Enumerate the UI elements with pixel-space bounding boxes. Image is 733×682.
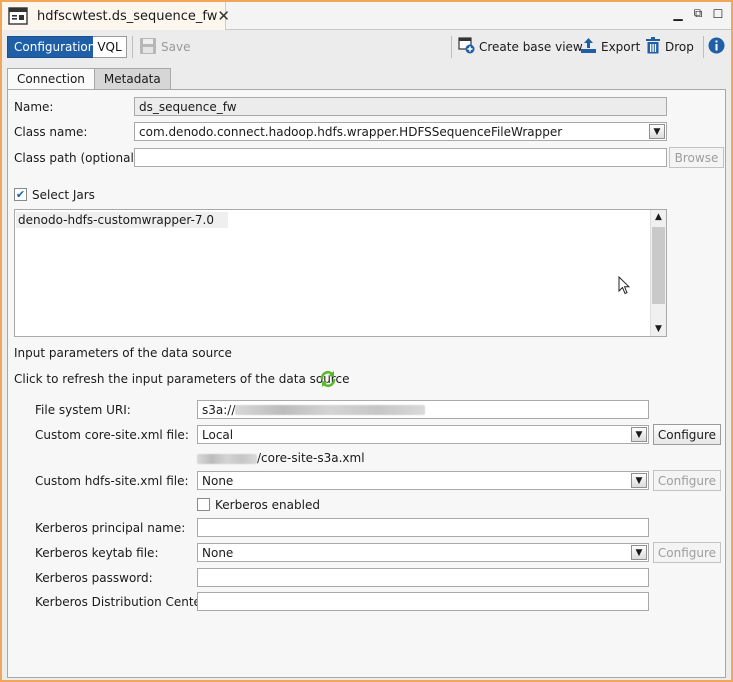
redacted-text xyxy=(235,404,426,415)
document-tab[interactable]: hdfscwtest.ds_sequence_fw ✕ xyxy=(2,2,230,30)
scroll-thumb[interactable] xyxy=(652,227,665,304)
scroll-up-icon[interactable]: ▲ xyxy=(651,210,666,224)
kerberos-keytab-configure-button[interactable]: Configure xyxy=(653,542,721,563)
jars-list[interactable]: denodo-hdfs-customwrapper-7.0 ▲ ▼ xyxy=(14,209,667,337)
kerberos-password-label: Kerberos password: xyxy=(35,571,153,585)
kerberos-principal-input[interactable] xyxy=(197,518,649,537)
minimize-icon[interactable]: ▁ xyxy=(671,7,685,21)
class-name-select[interactable]: com.denodo.connect.hadoop.hdfs.wrapper.H… xyxy=(134,122,667,141)
hdfs-site-label: Custom hdfs-site.xml file: xyxy=(35,474,189,488)
create-base-view-label: Create base view xyxy=(479,40,583,54)
browse-button[interactable]: Browse xyxy=(669,147,724,168)
drop-label: Drop xyxy=(665,40,694,54)
hdfs-site-value: None xyxy=(202,473,234,488)
select-jars-label: Select Jars xyxy=(32,188,95,202)
redacted-text xyxy=(197,453,257,464)
kerberos-kdc-label: Kerberos Distribution Center: xyxy=(35,595,210,609)
mouse-cursor-icon xyxy=(618,275,631,298)
info-button[interactable] xyxy=(708,36,725,58)
chevron-down-icon[interactable]: ▼ xyxy=(649,124,665,139)
window-controls: ▁ ⧉ ☐ xyxy=(671,6,725,21)
drop-button[interactable]: Drop xyxy=(645,36,694,58)
view-window: hdfscwtest.ds_sequence_fw ✕ ▁ ⧉ ☐ Config… xyxy=(0,0,733,682)
toolbar-divider xyxy=(132,36,133,58)
file-system-uri-input[interactable]: s3a:// xyxy=(197,400,649,419)
title-bar: hdfscwtest.ds_sequence_fw ✕ ▁ ⧉ ☐ xyxy=(2,2,731,30)
info-icon xyxy=(708,37,725,57)
kerberos-kdc-input[interactable] xyxy=(197,592,649,611)
toolbar-divider xyxy=(703,36,704,58)
tab-connection[interactable]: Connection xyxy=(7,68,95,90)
core-site-path: /core-site-s3a.xml xyxy=(197,451,365,465)
core-site-label: Custom core-site.xml file: xyxy=(35,428,189,442)
file-system-uri-label: File system URI: xyxy=(35,403,131,417)
vql-button[interactable]: VQL xyxy=(93,36,127,58)
tab-metadata[interactable]: Metadata xyxy=(94,68,171,90)
create-base-view-icon xyxy=(458,37,475,57)
core-site-configure-button[interactable]: Configure xyxy=(653,424,721,445)
kerberos-password-input[interactable] xyxy=(197,568,649,587)
hdfs-site-configure-button[interactable]: Configure xyxy=(653,470,721,491)
document-tab-title: hdfscwtest.ds_sequence_fw xyxy=(37,8,218,24)
core-site-value: Local xyxy=(202,427,234,442)
list-item[interactable]: denodo-hdfs-customwrapper-7.0 xyxy=(16,212,228,228)
kerberos-keytab-value: None xyxy=(202,545,234,560)
hdfs-site-select[interactable]: None ▼ xyxy=(197,471,649,490)
kerberos-enabled-checkbox[interactable] xyxy=(197,498,210,511)
chevron-down-icon[interactable]: ▼ xyxy=(631,545,647,560)
config-tabs: Connection Metadata xyxy=(7,68,171,90)
core-site-select[interactable]: Local ▼ xyxy=(197,425,649,444)
toolbar-divider xyxy=(451,36,452,58)
export-label: Export xyxy=(601,40,641,54)
name-label: Name: xyxy=(14,100,54,114)
select-jars-checkbox[interactable]: ✔ xyxy=(14,188,27,201)
configuration-button[interactable]: Configuration xyxy=(7,36,103,58)
refresh-icon[interactable] xyxy=(319,370,337,391)
core-site-path-suffix: /core-site-s3a.xml xyxy=(257,451,365,465)
create-base-view-button[interactable]: Create base view xyxy=(458,36,583,58)
jars-scrollbar[interactable]: ▲ ▼ xyxy=(650,210,666,336)
kerberos-keytab-select[interactable]: None ▼ xyxy=(197,543,649,562)
kerberos-enabled-label: Kerberos enabled xyxy=(215,498,320,512)
class-name-label: Class name: xyxy=(14,125,88,139)
class-path-label: Class path (optional): xyxy=(14,151,143,165)
restore-icon[interactable]: ⧉ xyxy=(691,6,705,21)
save-label: Save xyxy=(161,40,191,54)
save-button[interactable]: Save xyxy=(139,36,190,58)
chevron-down-icon[interactable]: ▼ xyxy=(631,427,647,442)
data-source-icon xyxy=(8,7,28,25)
toolbar: Configuration VQL Save Create base view … xyxy=(2,31,731,61)
name-field[interactable]: ds_sequence_fw xyxy=(134,97,667,116)
refresh-params-text: Click to refresh the input parameters of… xyxy=(14,372,350,386)
scroll-down-icon[interactable]: ▼ xyxy=(651,322,666,336)
class-path-input[interactable] xyxy=(134,148,667,167)
class-name-value: com.denodo.connect.hadoop.hdfs.wrapper.H… xyxy=(139,124,563,139)
kerberos-principal-label: Kerberos principal name: xyxy=(35,521,186,535)
close-icon[interactable]: ✕ xyxy=(217,7,230,25)
chevron-down-icon[interactable]: ▼ xyxy=(631,473,647,488)
kerberos-keytab-label: Kerberos keytab file: xyxy=(35,546,159,560)
file-system-uri-value: s3a:// xyxy=(202,402,236,417)
maximize-icon[interactable]: ☐ xyxy=(711,7,725,21)
save-icon xyxy=(139,37,157,58)
input-params-heading: Input parameters of the data source xyxy=(14,346,232,360)
export-icon xyxy=(580,37,597,57)
trash-icon xyxy=(645,37,661,57)
connection-panel: Name: ds_sequence_fw Class name: com.den… xyxy=(7,89,726,678)
export-button[interactable]: Export xyxy=(580,36,640,58)
